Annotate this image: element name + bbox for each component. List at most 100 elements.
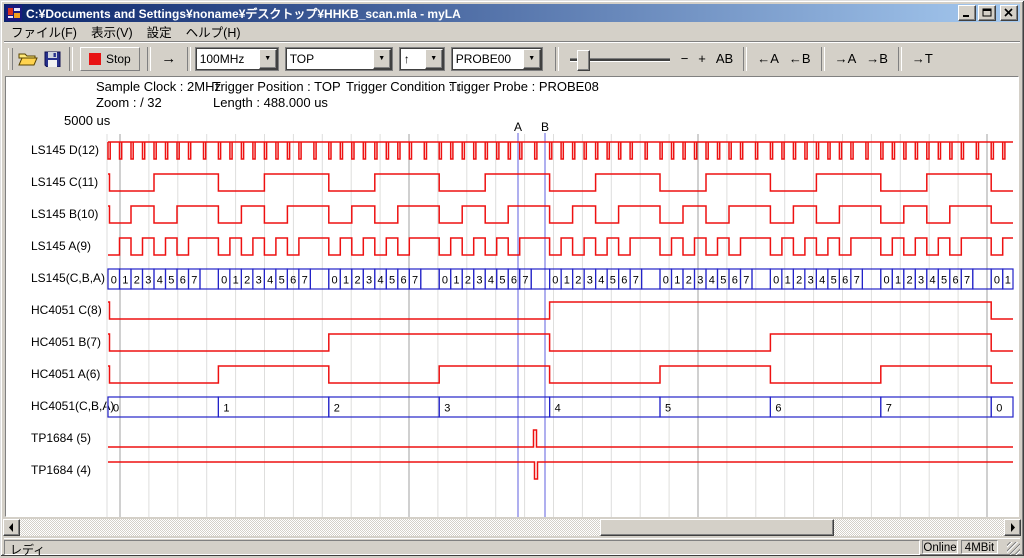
goto-cursor-b-button[interactable]: ←B xyxy=(784,49,816,68)
chevron-down-icon[interactable]: ▼ xyxy=(373,49,391,69)
stop-button[interactable]: Stop xyxy=(80,47,140,71)
toolbar-separator xyxy=(898,47,902,71)
signal-trace xyxy=(108,462,1013,479)
svg-text:3: 3 xyxy=(256,275,262,287)
svg-text:1: 1 xyxy=(785,275,791,287)
trigger-position-combo[interactable]: TOP ▼ xyxy=(286,48,392,70)
waveform-panel[interactable]: Sample Clock : 2MHz Trigger Position : T… xyxy=(5,76,1019,517)
svg-text:3: 3 xyxy=(697,275,703,287)
set-cursor-a-button[interactable]: →A xyxy=(830,49,862,68)
chevron-down-icon[interactable]: ▼ xyxy=(259,49,277,69)
svg-text:0: 0 xyxy=(442,275,448,287)
open-file-icon[interactable] xyxy=(16,48,40,70)
svg-text:7: 7 xyxy=(412,275,418,287)
zoom-slider[interactable] xyxy=(568,47,672,71)
svg-text:3: 3 xyxy=(366,275,372,287)
svg-text:6: 6 xyxy=(511,275,517,287)
maximize-button[interactable] xyxy=(978,5,996,21)
menu-view[interactable]: 表示(V) xyxy=(84,21,140,42)
toolbar-separator xyxy=(555,47,559,71)
toolbar-grip xyxy=(8,48,13,70)
svg-text:5: 5 xyxy=(499,275,505,287)
svg-text:3: 3 xyxy=(444,403,450,415)
signal-trace: 0123456701234567012345670123456701234567… xyxy=(108,269,1013,289)
svg-text:0: 0 xyxy=(331,275,337,287)
zoom-slider-thumb[interactable] xyxy=(577,50,590,71)
signal-trace xyxy=(108,206,1013,223)
svg-text:3: 3 xyxy=(808,275,814,287)
scroll-left-icon[interactable] xyxy=(3,519,20,536)
minimize-button[interactable] xyxy=(958,5,976,21)
signal-trace xyxy=(108,302,1013,319)
svg-text:4: 4 xyxy=(157,275,163,287)
menu-help[interactable]: ヘルプ(H) xyxy=(179,21,248,42)
chevron-down-icon[interactable]: ▼ xyxy=(523,49,541,69)
svg-text:7: 7 xyxy=(854,275,860,287)
sample-clock-combo[interactable]: 100MHz ▼ xyxy=(196,48,278,70)
svg-text:3: 3 xyxy=(476,275,482,287)
svg-text:6: 6 xyxy=(732,275,738,287)
svg-text:7: 7 xyxy=(743,275,749,287)
svg-text:5: 5 xyxy=(720,275,726,287)
run-button[interactable]: → xyxy=(156,50,182,67)
svg-text:2: 2 xyxy=(465,275,471,287)
svg-text:5: 5 xyxy=(831,275,837,287)
svg-text:2: 2 xyxy=(354,275,360,287)
svg-text:3: 3 xyxy=(587,275,593,287)
trigger-probe-combo[interactable]: PROBE00 ▼ xyxy=(452,48,542,70)
close-button[interactable] xyxy=(1000,5,1018,21)
svg-text:0: 0 xyxy=(111,275,117,287)
svg-text:2: 2 xyxy=(906,275,912,287)
app-window: C:¥Documents and Settings¥noname¥デスクトップ¥… xyxy=(0,0,1024,556)
svg-text:6: 6 xyxy=(621,275,627,287)
menu-bar: ファイル(F) 表示(V) 設定 ヘルプ(H) xyxy=(4,23,1020,40)
set-cursor-b-button[interactable]: →B xyxy=(861,49,893,68)
signal-trace xyxy=(108,238,1013,255)
window-title: C:¥Documents and Settings¥noname¥デスクトップ¥… xyxy=(26,5,956,22)
svg-text:7: 7 xyxy=(191,275,197,287)
horizontal-scrollbar[interactable] xyxy=(3,519,1021,536)
svg-text:4: 4 xyxy=(929,275,935,287)
svg-text:4: 4 xyxy=(819,275,825,287)
svg-text:4: 4 xyxy=(555,403,561,415)
waveform-plot[interactable]: AB01234567012345670123456701234567012345… xyxy=(6,77,1020,518)
toolbar-separator xyxy=(821,47,825,71)
goto-trigger-button[interactable]: →T xyxy=(907,49,938,68)
toolbar-separator xyxy=(69,47,73,71)
svg-text:6: 6 xyxy=(290,275,296,287)
svg-text:0: 0 xyxy=(883,275,889,287)
svg-text:6: 6 xyxy=(952,275,958,287)
svg-text:1: 1 xyxy=(122,275,128,287)
status-message: レディ xyxy=(4,540,920,555)
svg-text:4: 4 xyxy=(377,275,383,287)
save-icon[interactable] xyxy=(40,48,64,70)
svg-text:6: 6 xyxy=(180,275,186,287)
svg-text:0: 0 xyxy=(552,275,558,287)
zoom-out-button[interactable]: − xyxy=(676,49,694,68)
svg-text:2: 2 xyxy=(134,275,140,287)
svg-text:1: 1 xyxy=(1005,275,1011,287)
svg-text:5: 5 xyxy=(279,275,285,287)
svg-text:7: 7 xyxy=(522,275,528,287)
toolbar: Stop → 100MHz ▼ TOP ▼ ↑ ▼ PROBE00 ▼ − + … xyxy=(4,41,1020,75)
scroll-right-icon[interactable] xyxy=(1004,519,1021,536)
zoom-in-button[interactable]: + xyxy=(693,49,711,68)
svg-text:5: 5 xyxy=(941,275,947,287)
scrollbar-thumb[interactable] xyxy=(600,519,834,536)
chevron-down-icon[interactable]: ▼ xyxy=(425,49,443,69)
cursor-ab-button[interactable]: AB xyxy=(711,49,738,68)
menu-settings[interactable]: 設定 xyxy=(140,21,179,42)
svg-text:3: 3 xyxy=(918,275,924,287)
menu-file[interactable]: ファイル(F) xyxy=(4,21,84,42)
cursor-b-label: B xyxy=(541,120,549,134)
svg-text:1: 1 xyxy=(453,275,459,287)
trigger-edge-combo[interactable]: ↑ ▼ xyxy=(400,48,444,70)
svg-text:4: 4 xyxy=(267,275,273,287)
goto-cursor-a-button[interactable]: ←A xyxy=(752,49,784,68)
resize-grip[interactable] xyxy=(1007,542,1020,555)
toolbar-separator xyxy=(743,47,747,71)
stop-icon xyxy=(89,53,101,65)
svg-text:0: 0 xyxy=(996,403,1002,415)
signal-trace xyxy=(108,430,1013,447)
svg-text:1: 1 xyxy=(895,275,901,287)
